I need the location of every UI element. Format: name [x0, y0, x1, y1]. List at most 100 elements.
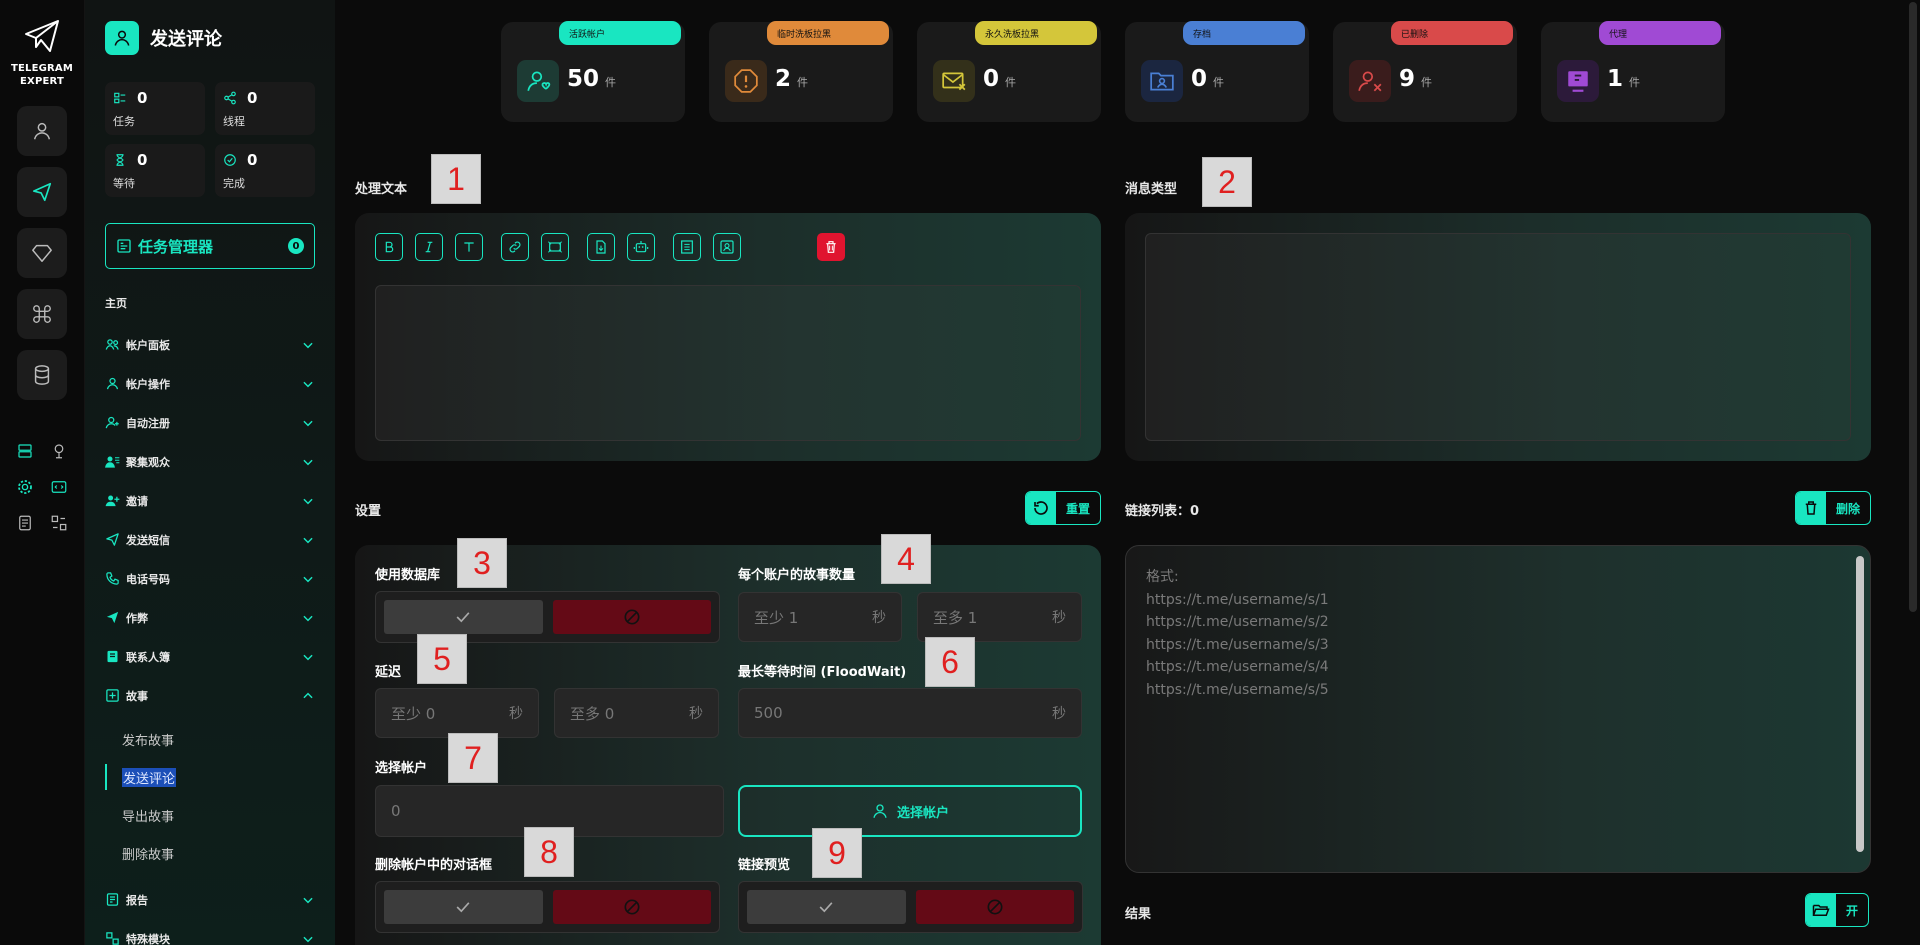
page-title: 发送评论: [150, 29, 222, 50]
card-proxy[interactable]: 代理 1件: [1541, 21, 1725, 122]
open-result-button[interactable]: 开: [1805, 893, 1870, 927]
link-list-scrollbar[interactable]: [1856, 556, 1864, 852]
task-board-icon: [117, 239, 131, 253]
menu-item-contacts[interactable]: 联系人簿: [105, 637, 315, 676]
delete-dialogs-yes-button[interactable]: [384, 890, 543, 924]
card-temp-ban[interactable]: 临时洗板拉黑 2件: [709, 21, 893, 122]
text-button[interactable]: [455, 233, 483, 261]
card-archived[interactable]: 存档 0件: [1125, 21, 1309, 122]
delay-max-input[interactable]: 至多 0 秒: [554, 688, 719, 738]
spoiler-button[interactable]: [541, 233, 569, 261]
page-scrollbar-thumb[interactable]: [1909, 2, 1917, 612]
delay-min-unit: 秒: [509, 706, 523, 722]
rail-premium-button[interactable]: [17, 228, 67, 278]
chevron-down-icon: [303, 459, 313, 465]
select-account-button[interactable]: 选择帐户: [738, 785, 1082, 837]
rail-settings-button[interactable]: [10, 474, 40, 500]
text-editor-panel: [355, 213, 1101, 461]
template-button[interactable]: [673, 233, 701, 261]
menu-item-auto-register[interactable]: 自动注册: [105, 403, 315, 442]
card-unit: 件: [1213, 76, 1225, 89]
menu-item-label: 特殊模块: [126, 932, 170, 945]
rail-send-button[interactable]: [17, 167, 67, 217]
result-title: 结果: [1125, 907, 1152, 922]
menu-item-account-actions[interactable]: 帐户操作: [105, 364, 315, 403]
bot-button[interactable]: [627, 233, 655, 261]
card-value: 9件: [1399, 66, 1432, 92]
check-icon: [456, 902, 470, 913]
clear-text-button[interactable]: [817, 233, 845, 261]
rail-code-button[interactable]: [44, 474, 74, 500]
rail-accounts-button[interactable]: [17, 106, 67, 156]
card-deleted[interactable]: 已删除 9件: [1333, 21, 1517, 122]
sidebar: 发送评论 0 任务 0 线程 0 等待 0 完成 任务管理器 0 主页 帐户面板 帐户操…: [85, 0, 335, 945]
reset-button[interactable]: 重置: [1025, 491, 1102, 525]
menu-item-send-sms[interactable]: 发送短信: [105, 520, 315, 559]
link-button[interactable]: [501, 233, 529, 261]
rail-commands-button[interactable]: [17, 289, 67, 339]
delay-label: 延迟: [375, 665, 402, 680]
link-preview-yes-button[interactable]: [747, 890, 906, 924]
card-active-accounts[interactable]: 活跃帐户 50 件: [501, 21, 685, 122]
brand-line-2: EXPERT: [20, 76, 64, 87]
submenu-send-comment[interactable]: 发送评论: [105, 758, 315, 796]
chevron-down-icon: [303, 537, 313, 543]
annotation-9: 9: [812, 828, 862, 878]
folder-open-icon: [1812, 904, 1830, 916]
menu-item-reports[interactable]: 报告: [105, 880, 315, 919]
flood-wait-input[interactable]: 500 秒: [738, 688, 1082, 738]
submenu-publish-story[interactable]: 发布故事: [105, 720, 315, 758]
menu-item-stories[interactable]: 故事: [105, 676, 315, 715]
bold-button[interactable]: [375, 233, 403, 261]
delay-min-input[interactable]: 至少 0 秒: [375, 688, 539, 738]
message-text-input[interactable]: [375, 285, 1081, 441]
message-type-area[interactable]: [1145, 233, 1851, 441]
mail-x-icon: [942, 72, 966, 91]
flood-wait-unit: 秒: [1052, 706, 1066, 722]
submenu-delete-stories[interactable]: 删除故事: [105, 834, 315, 872]
page-scrollbar[interactable]: [1906, 0, 1920, 945]
delete-dialogs-label: 删除帐户中的对话框: [375, 858, 493, 873]
stories-max-input[interactable]: 至多 1 秒: [917, 592, 1082, 642]
submenu-label: 发送评论: [122, 767, 177, 787]
delete-links-button[interactable]: 删除: [1795, 491, 1872, 525]
menu-item-cheat[interactable]: 作弊: [105, 598, 315, 637]
card-unit: 件: [797, 76, 809, 89]
italic-button[interactable]: [415, 233, 443, 261]
annotation-6: 6: [925, 637, 975, 687]
rail-pin-button[interactable]: [44, 438, 74, 464]
menu-item-invite[interactable]: 邀请: [105, 481, 315, 520]
mention-button[interactable]: [713, 233, 741, 261]
link-list-placeholder: 格式: https://t.me/username/s/1 https://t.…: [1146, 569, 1329, 698]
rail-swap-button[interactable]: [44, 510, 74, 536]
submenu-export-stories[interactable]: 导出故事: [105, 796, 315, 834]
user-icon: [33, 122, 51, 140]
pin-icon: [54, 444, 64, 459]
text-toolbar: [375, 233, 845, 261]
user-icon: [114, 30, 130, 46]
sidebar-header: 发送评论: [105, 20, 315, 56]
link-list-input[interactable]: 格式: https://t.me/username/s/1 https://t.…: [1125, 545, 1871, 873]
rail-server-button[interactable]: [10, 438, 40, 464]
menu-item-account-panel[interactable]: 帐户面板: [105, 325, 315, 364]
stat-threads: 0 线程: [215, 82, 315, 135]
card-number: 0: [1191, 66, 1208, 92]
menu-item-gather-audience[interactable]: 聚集观众: [105, 442, 315, 481]
delete-dialogs-no-button[interactable]: [552, 890, 711, 924]
menu-item-phone-numbers[interactable]: 电话号码: [105, 559, 315, 598]
task-manager-button[interactable]: 任务管理器 0: [105, 223, 315, 269]
proxy-icon: [1568, 71, 1588, 92]
use-db-yes-button[interactable]: [384, 600, 543, 634]
menu-item-special-modules[interactable]: 特殊模块: [105, 919, 315, 945]
alert-icon: [734, 69, 758, 93]
file-button[interactable]: [587, 233, 615, 261]
link-preview-no-button[interactable]: [915, 890, 1074, 924]
submenu-label: 导出故事: [122, 809, 175, 825]
text-icon: [464, 242, 474, 252]
card-perm-ban[interactable]: 永久洗板拉黑 0件: [917, 21, 1101, 122]
use-db-no-button[interactable]: [552, 600, 711, 634]
stories-min-input[interactable]: 至少 1 秒: [738, 592, 902, 642]
annotation-1: 1: [431, 154, 481, 204]
rail-database-button[interactable]: [17, 350, 67, 400]
rail-docs-button[interactable]: [10, 510, 40, 536]
